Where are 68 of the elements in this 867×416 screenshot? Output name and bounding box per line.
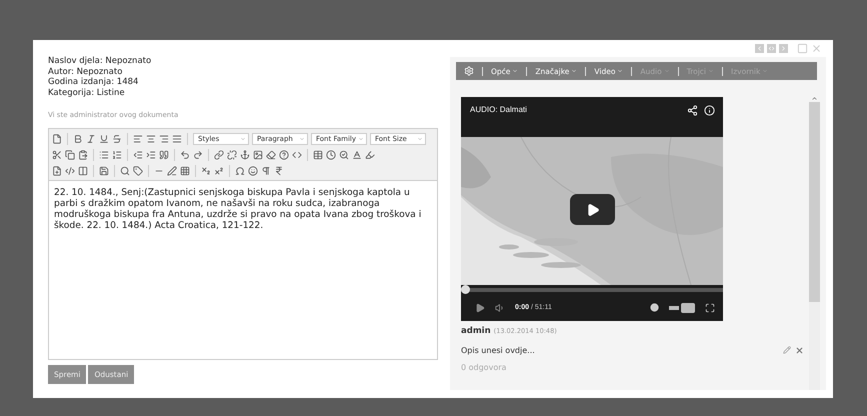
eraser-icon[interactable] (266, 150, 276, 160)
text-color-icon[interactable] (352, 150, 362, 160)
unlink-icon[interactable] (227, 150, 237, 160)
edit-icon[interactable] (783, 346, 791, 354)
rupee-icon[interactable] (274, 166, 284, 176)
help-icon[interactable] (279, 150, 289, 160)
play-icon[interactable] (586, 202, 600, 216)
redo-icon[interactable] (193, 150, 203, 160)
align-justify-icon[interactable] (172, 134, 182, 144)
copy-icon[interactable] (65, 150, 75, 160)
preview-icon[interactable] (120, 166, 130, 176)
share-icon[interactable] (687, 105, 698, 116)
anchor-icon[interactable] (240, 150, 250, 160)
comment-text: Opis unesi ovdje... (461, 346, 535, 355)
bold-icon[interactable] (73, 134, 83, 144)
progress-thumb[interactable] (461, 285, 470, 294)
progress-track[interactable] (461, 285, 723, 294)
new-document-icon[interactable] (52, 134, 62, 144)
info-icon[interactable] (704, 105, 715, 116)
outdent-icon[interactable] (133, 150, 143, 160)
align-center-icon[interactable] (146, 134, 156, 144)
align-right-icon[interactable] (159, 134, 169, 144)
indent-icon[interactable] (146, 150, 156, 160)
fullscreen-icon[interactable] (705, 302, 715, 312)
paste-icon[interactable] (78, 150, 88, 160)
info-line: Godina izdanja: 1484 (48, 77, 140, 88)
smiley-icon[interactable] (248, 166, 258, 176)
play-button[interactable] (570, 194, 615, 225)
editor-content: 22. 10. 1484., Senj:(Zastupnici senjskoga biskupa Pavla i senjskoga kaptola u parbi s dražkim opatom Ivanom, ne našavši na roku sudca, izabranoga modruškoga biskupa fra Antuna, uzdrže si pravo na opata Ivana zbog troškova i škode. 22. 10. 1484.) Acta Croatica, 121-122. (53, 186, 422, 233)
comment-author: admin (461, 326, 491, 336)
tag-icon[interactable] (133, 166, 143, 176)
numbered-list-icon[interactable] (112, 150, 122, 160)
link-icon[interactable] (214, 150, 224, 160)
align-left-icon[interactable] (133, 134, 143, 144)
info-line: Autor: Nepoznato (48, 66, 124, 77)
undo-icon[interactable] (180, 150, 190, 160)
save-icon[interactable] (99, 166, 109, 176)
code-icon[interactable] (292, 150, 302, 160)
bullet-list-icon[interactable] (99, 150, 109, 160)
pilcrow-icon[interactable] (261, 166, 271, 176)
volume-icon[interactable] (495, 302, 505, 312)
image-icon[interactable] (253, 150, 263, 160)
columns-icon[interactable] (78, 166, 88, 176)
omega-icon[interactable] (235, 166, 245, 176)
text-editor[interactable] (48, 128, 438, 360)
highlight-icon[interactable] (365, 150, 375, 160)
scroll-up-icon[interactable] (810, 95, 818, 102)
superscript-icon[interactable] (214, 166, 224, 176)
replies-count[interactable]: 0 odgovora (461, 363, 808, 372)
quote-icon[interactable] (159, 150, 169, 160)
underline-icon[interactable] (99, 134, 109, 144)
logo-icon[interactable] (669, 302, 695, 312)
grid-icon[interactable] (180, 166, 190, 176)
pen-icon[interactable] (167, 166, 177, 176)
subscript-icon[interactable] (201, 166, 211, 176)
source-icon[interactable] (65, 166, 75, 176)
info-line: Naslov djela: Nepoznato (48, 56, 152, 66)
find-icon[interactable] (339, 150, 349, 160)
info-line: Kategorija: Listine (48, 88, 126, 98)
table-icon[interactable] (313, 150, 323, 160)
video-title: AUDIO: Dalmati (470, 105, 527, 116)
italic-icon[interactable] (86, 134, 96, 144)
settings-icon[interactable] (464, 66, 474, 76)
template-icon[interactable] (52, 166, 62, 176)
cut-icon[interactable] (52, 150, 62, 160)
delete-icon[interactable] (795, 346, 804, 355)
scrollbar-thumb[interactable] (808, 102, 820, 302)
strikethrough-icon[interactable] (112, 134, 122, 144)
